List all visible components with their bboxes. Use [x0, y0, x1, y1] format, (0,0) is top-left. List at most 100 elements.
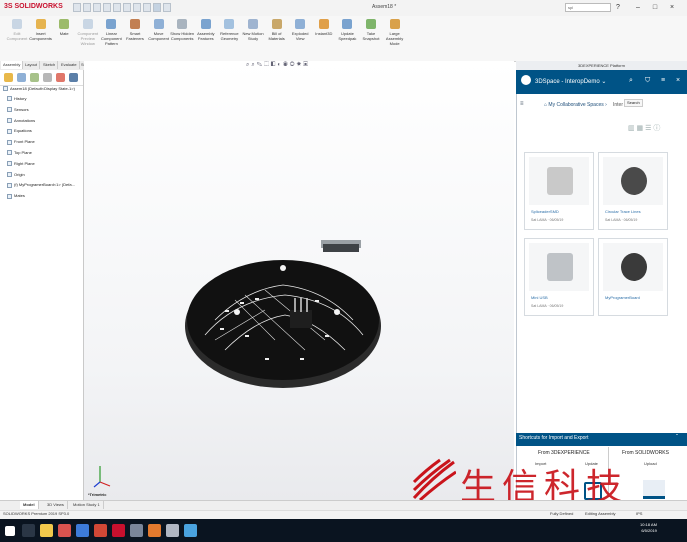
start-icon[interactable] — [5, 526, 15, 536]
tree-item[interactable]: Right Plane — [7, 161, 35, 167]
tree-item[interactable]: (f) MyProgramerBoard<1> (Defa... — [7, 182, 75, 188]
rebuild-icon[interactable] — [153, 3, 161, 12]
app-icon-4[interactable] — [184, 524, 197, 537]
upload-button[interactable]: Upload — [644, 461, 657, 466]
ribbon-button-insert-components[interactable]: Insert Components — [28, 19, 54, 59]
tree-item[interactable]: Annotations — [7, 118, 35, 124]
ribbon-button-take-snapshot[interactable]: Take Snapshot — [358, 19, 384, 59]
feature-tree-icon[interactable] — [4, 73, 13, 82]
ribbon-button-show-hidden-components[interactable]: Show Hidden Components — [169, 19, 195, 59]
options-icon[interactable] — [163, 3, 171, 12]
heads-up-toolbar[interactable]: ⌕⌕✎⬚◧◐◉◎☀▣ — [246, 62, 378, 72]
panel-close-icon[interactable]: × — [676, 77, 680, 84]
tab-sketch[interactable]: Sketch — [41, 61, 59, 69]
ribbon-button-reference-geometry[interactable]: Reference Geometry — [216, 19, 242, 59]
menu-icon[interactable]: ≡ — [661, 77, 665, 84]
property-manager-icon[interactable] — [17, 73, 26, 82]
configuration-icon[interactable] — [30, 73, 39, 82]
ribbon-button-bill-of-materials[interactable]: Bill of Materials — [264, 19, 290, 59]
ribbon-button-update-speedpak[interactable]: Update Speedpak — [334, 19, 360, 59]
app-icon[interactable] — [130, 524, 143, 537]
tab-assembly[interactable]: Assembly — [1, 61, 24, 69]
3dexperience-tab-icon[interactable] — [69, 73, 78, 82]
list-icon[interactable]: ≡ — [520, 101, 524, 107]
ribbon-button-icon — [271, 19, 282, 29]
powerpoint-icon[interactable] — [94, 524, 107, 537]
open-file-icon[interactable] — [93, 3, 101, 12]
tree-item[interactable]: Origin — [7, 172, 25, 178]
card-name[interactable]: MyProgramerBoard — [605, 295, 640, 300]
card-name[interactable]: Mini USB — [531, 295, 548, 300]
tag-icon[interactable]: ⛉ — [645, 77, 650, 85]
clock[interactable]: 10:18 AM 6/5/2019 — [640, 522, 657, 534]
help-icon[interactable]: ? — [613, 2, 623, 13]
chrome-icon[interactable] — [58, 524, 71, 537]
redo-icon[interactable] — [133, 3, 141, 12]
tab-layout[interactable]: Layout — [23, 61, 41, 69]
space-selector[interactable]: 3DSpace - InteropDemo ⌄ — [535, 78, 606, 85]
ribbon-button-move-component[interactable]: Move Component — [146, 19, 172, 59]
ribbon-button-instant3d[interactable]: Instant3D — [311, 19, 337, 59]
pcb-assembly-model[interactable] — [185, 240, 385, 400]
tree-root[interactable]: Assem18 (Default<Display State-1>) — [3, 86, 75, 92]
ribbon-button-new-motion-study[interactable]: New Motion Study — [240, 19, 266, 59]
ribbon-button-exploded-view[interactable]: Exploded View — [287, 19, 313, 59]
compass-icon[interactable] — [521, 75, 531, 85]
card-name[interactable]: Circular Trace Lines — [605, 209, 641, 214]
tree-item-icon — [7, 161, 12, 167]
breadcrumb-current[interactable]: Inter — [613, 102, 623, 108]
content-card[interactable]: Mini USB Sat LAMA · 06/05/19 — [524, 238, 594, 316]
tree-item-label: Mates — [14, 193, 25, 199]
select-icon[interactable] — [143, 3, 151, 12]
app-icon-2[interactable] — [148, 524, 161, 537]
ribbon-button-smart-fasteners[interactable]: Smart Fasteners — [122, 19, 148, 59]
ribbon-button-large-assembly-mode[interactable]: Large Assembly Mode — [382, 19, 408, 59]
ribbon-button-linear-component-pattern[interactable]: Linear Component Pattern — [98, 19, 124, 59]
word-icon[interactable] — [76, 524, 89, 537]
collapse-icon[interactable]: ˆ — [676, 435, 678, 441]
undo-icon[interactable] — [123, 3, 131, 12]
tab-evaluate[interactable]: Evaluate — [59, 61, 80, 69]
ribbon-button-edit-component[interactable]: Edit Component — [4, 19, 30, 59]
collab-spaces-breadcrumb[interactable]: ⌂ My Collaborative Spaces › — [544, 102, 607, 108]
display-manager-icon[interactable] — [56, 73, 65, 82]
tree-item[interactable]: Mates — [7, 193, 25, 199]
tab-motion-study-1[interactable]: Motion Study 1 — [70, 501, 104, 509]
search-taskbar-icon[interactable] — [22, 524, 35, 537]
ribbon-button-icon — [342, 19, 353, 29]
home-icon[interactable] — [73, 3, 81, 12]
new-file-icon[interactable] — [83, 3, 91, 12]
solidworks-logo[interactable]: 3S SOLIDWORKS — [4, 3, 63, 10]
save-icon[interactable] — [103, 3, 111, 12]
file-explorer-icon[interactable] — [40, 524, 53, 537]
solidworks-taskbar-icon[interactable] — [112, 524, 125, 537]
view-toggle-icons[interactable]: ▥ ▦ ☰ ⓘ — [628, 123, 660, 133]
search-icon[interactable]: ⌕ — [629, 77, 633, 85]
app-icon-3[interactable] — [166, 524, 179, 537]
maximize-button[interactable]: □ — [650, 2, 660, 13]
content-card[interactable]: SpliceaderSMD Sat LAMA · 06/05/19 — [524, 152, 594, 230]
tree-item[interactable]: History — [7, 96, 26, 102]
tab-model[interactable]: Model — [20, 501, 39, 509]
dimxpert-icon[interactable] — [43, 73, 52, 82]
tree-item[interactable]: Sensors — [7, 107, 29, 113]
print-icon[interactable] — [113, 3, 121, 12]
minimize-button[interactable]: – — [633, 2, 643, 13]
upload-icon[interactable] — [643, 480, 665, 499]
shortcuts-title: Shortcuts for Import and Export — [519, 435, 589, 441]
search-input[interactable]: spl — [565, 3, 611, 12]
ribbon-button-mate[interactable]: Mate — [51, 19, 77, 59]
card-name[interactable]: SpliceaderSMD — [531, 209, 559, 214]
tree-item[interactable]: Front Plane — [7, 139, 35, 145]
units-selector[interactable]: IPS — [636, 511, 642, 516]
content-card[interactable]: Circular Trace Lines Sat LAMA · 06/05/19 — [598, 152, 668, 230]
tree-item-icon — [7, 96, 12, 102]
content-card[interactable]: MyProgramerBoard — [598, 238, 668, 316]
reference-triad-icon — [93, 466, 111, 488]
tab-3d-views[interactable]: 3D Views — [44, 501, 68, 509]
ribbon-button-component-preview-window[interactable]: Component Preview Window — [75, 19, 101, 59]
ribbon-button-assembly-features[interactable]: Assembly Features — [193, 19, 219, 59]
close-button[interactable]: × — [667, 2, 677, 13]
tree-item[interactable]: Top Plane — [7, 150, 32, 156]
tree-item[interactable]: Equations — [7, 128, 32, 134]
